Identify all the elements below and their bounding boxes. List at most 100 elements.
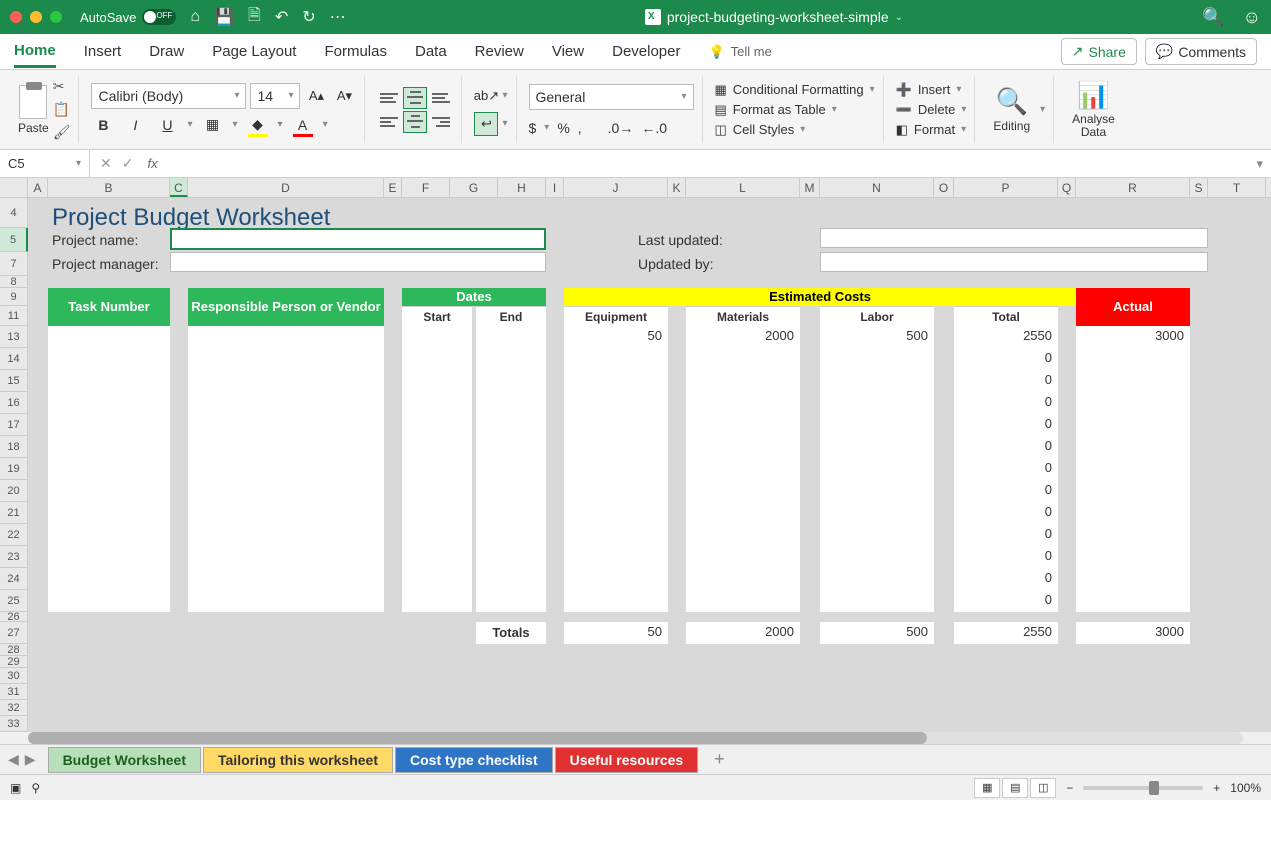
border-button[interactable]: ▦	[201, 113, 225, 137]
cell-total-6[interactable]: 0	[954, 458, 1058, 480]
align-top-button[interactable]	[377, 87, 401, 109]
column-header-H[interactable]: H	[498, 178, 546, 197]
row-header-13[interactable]: 13	[0, 326, 28, 348]
increase-font-icon[interactable]: A▴	[304, 84, 328, 108]
tell-me[interactable]: 💡 Tell me	[708, 44, 771, 60]
row-header-28[interactable]: 28	[0, 644, 28, 656]
row-header-11[interactable]: 11	[0, 306, 28, 326]
accessibility-icon[interactable]: ⚲	[31, 781, 40, 795]
paste-button[interactable]: Paste	[18, 85, 49, 135]
tab-insert[interactable]: Insert	[84, 37, 122, 66]
currency-button[interactable]: $	[529, 120, 537, 136]
chevron-down-icon[interactable]: ⌄	[895, 12, 903, 23]
horizontal-scrollbar[interactable]	[28, 732, 1243, 744]
align-left-button[interactable]	[377, 111, 401, 133]
format-painter-icon[interactable]: 🖌	[53, 124, 71, 141]
row-header-16[interactable]: 16	[0, 392, 28, 414]
sheet-tab-budget[interactable]: Budget Worksheet	[48, 747, 201, 773]
cancel-formula-icon[interactable]: ✕	[100, 155, 112, 172]
sheet-tab-cost-type[interactable]: Cost type checklist	[395, 747, 553, 773]
tab-home[interactable]: Home	[14, 36, 56, 68]
row-header-23[interactable]: 23	[0, 546, 28, 568]
column-header-K[interactable]: K	[668, 178, 686, 197]
column-header-J[interactable]: J	[564, 178, 668, 197]
zoom-level[interactable]: 100%	[1230, 781, 1261, 795]
cell-total-0[interactable]: 2550	[954, 326, 1058, 348]
column-header-R[interactable]: R	[1076, 178, 1190, 197]
data-block-materials[interactable]	[686, 326, 800, 612]
cell-total-5[interactable]: 0	[954, 436, 1058, 458]
row-header-17[interactable]: 17	[0, 414, 28, 436]
save-as-icon[interactable]: 🗎	[248, 4, 261, 31]
cell-total-10[interactable]: 0	[954, 546, 1058, 568]
project-name-input[interactable]	[170, 228, 546, 250]
data-block-equipment[interactable]	[564, 326, 668, 612]
row-header-26[interactable]: 26	[0, 612, 28, 622]
bold-button[interactable]: B	[91, 113, 115, 137]
sheet-tab-tailoring[interactable]: Tailoring this worksheet	[203, 747, 393, 773]
column-header-Q[interactable]: Q	[1058, 178, 1076, 197]
data-block-start[interactable]	[402, 326, 472, 612]
editing-button[interactable]: 🔍 Editing	[987, 86, 1036, 133]
data-block[interactable]	[188, 326, 384, 612]
data-block-actual[interactable]	[1076, 326, 1190, 612]
align-center-button[interactable]	[403, 111, 427, 133]
column-header-T[interactable]: T	[1208, 178, 1266, 197]
data-block[interactable]	[48, 326, 170, 612]
row-header-32[interactable]: 32	[0, 700, 28, 716]
row-header-33[interactable]: 33	[0, 716, 28, 732]
column-header-P[interactable]: P	[954, 178, 1058, 197]
updated-by-input[interactable]	[820, 252, 1208, 272]
copy-icon[interactable]: 📋	[53, 101, 71, 118]
data-block-labor[interactable]	[820, 326, 934, 612]
tab-developer[interactable]: Developer	[612, 37, 680, 66]
row-header-19[interactable]: 19	[0, 458, 28, 480]
confirm-formula-icon[interactable]: ✓	[122, 155, 134, 172]
column-header-M[interactable]: M	[800, 178, 820, 197]
cut-icon[interactable]: ✂	[53, 78, 71, 95]
column-header-N[interactable]: N	[820, 178, 934, 197]
column-header-C[interactable]: C	[170, 178, 188, 197]
column-header-G[interactable]: G	[450, 178, 498, 197]
cell-styles-button[interactable]: ◫Cell Styles▾	[715, 122, 875, 138]
column-header-B[interactable]: B	[48, 178, 170, 197]
row-header-27[interactable]: 27	[0, 622, 28, 644]
percent-button[interactable]: %	[557, 120, 569, 136]
autosave-toggle[interactable]: AutoSave OFF	[80, 9, 176, 25]
expand-formula-bar-icon[interactable]: ▾	[1248, 156, 1271, 172]
decrease-font-icon[interactable]: A▾	[332, 84, 356, 108]
page-break-view-button[interactable]: ◫	[1030, 778, 1056, 798]
search-icon[interactable]: 🔍	[1202, 7, 1224, 28]
grid[interactable]: Project Budget WorksheetProject name:Las…	[28, 198, 1271, 732]
fill-color-button[interactable]: ◆	[246, 113, 270, 137]
next-sheet-icon[interactable]: ▶	[25, 751, 36, 768]
last-updated-input[interactable]	[820, 228, 1208, 248]
column-header-D[interactable]: D	[188, 178, 384, 197]
tab-page-layout[interactable]: Page Layout	[212, 37, 296, 66]
zoom-slider[interactable]	[1083, 786, 1203, 790]
cell-total-1[interactable]: 0	[954, 348, 1058, 370]
cell-total-7[interactable]: 0	[954, 480, 1058, 502]
cell-total-2[interactable]: 0	[954, 370, 1058, 392]
tab-review[interactable]: Review	[475, 37, 524, 66]
column-header-O[interactable]: O	[934, 178, 954, 197]
comma-button[interactable]: ,	[578, 120, 582, 136]
project-manager-input[interactable]	[170, 252, 546, 272]
insert-cells-button[interactable]: ➕Insert▾	[896, 82, 967, 98]
italic-button[interactable]: I	[123, 113, 147, 137]
row-header-14[interactable]: 14	[0, 348, 28, 370]
cell-labor-0[interactable]: 500	[820, 326, 934, 348]
row-header-18[interactable]: 18	[0, 436, 28, 458]
format-as-table-button[interactable]: ▤Format as Table▾	[715, 102, 875, 118]
record-macro-icon[interactable]: ▣	[10, 781, 21, 795]
decrease-decimal-button[interactable]: ←.0	[641, 120, 667, 136]
column-header-L[interactable]: L	[686, 178, 800, 197]
tab-formulas[interactable]: Formulas	[324, 37, 387, 66]
row-header-4[interactable]: 4	[0, 198, 28, 228]
conditional-formatting-button[interactable]: ▦Conditional Formatting▾	[715, 82, 875, 98]
cell-total-9[interactable]: 0	[954, 524, 1058, 546]
column-header-A[interactable]: A	[28, 178, 48, 197]
select-all-corner[interactable]	[0, 178, 28, 197]
tab-data[interactable]: Data	[415, 37, 447, 66]
delete-cells-button[interactable]: ➖Delete▾	[896, 102, 967, 118]
